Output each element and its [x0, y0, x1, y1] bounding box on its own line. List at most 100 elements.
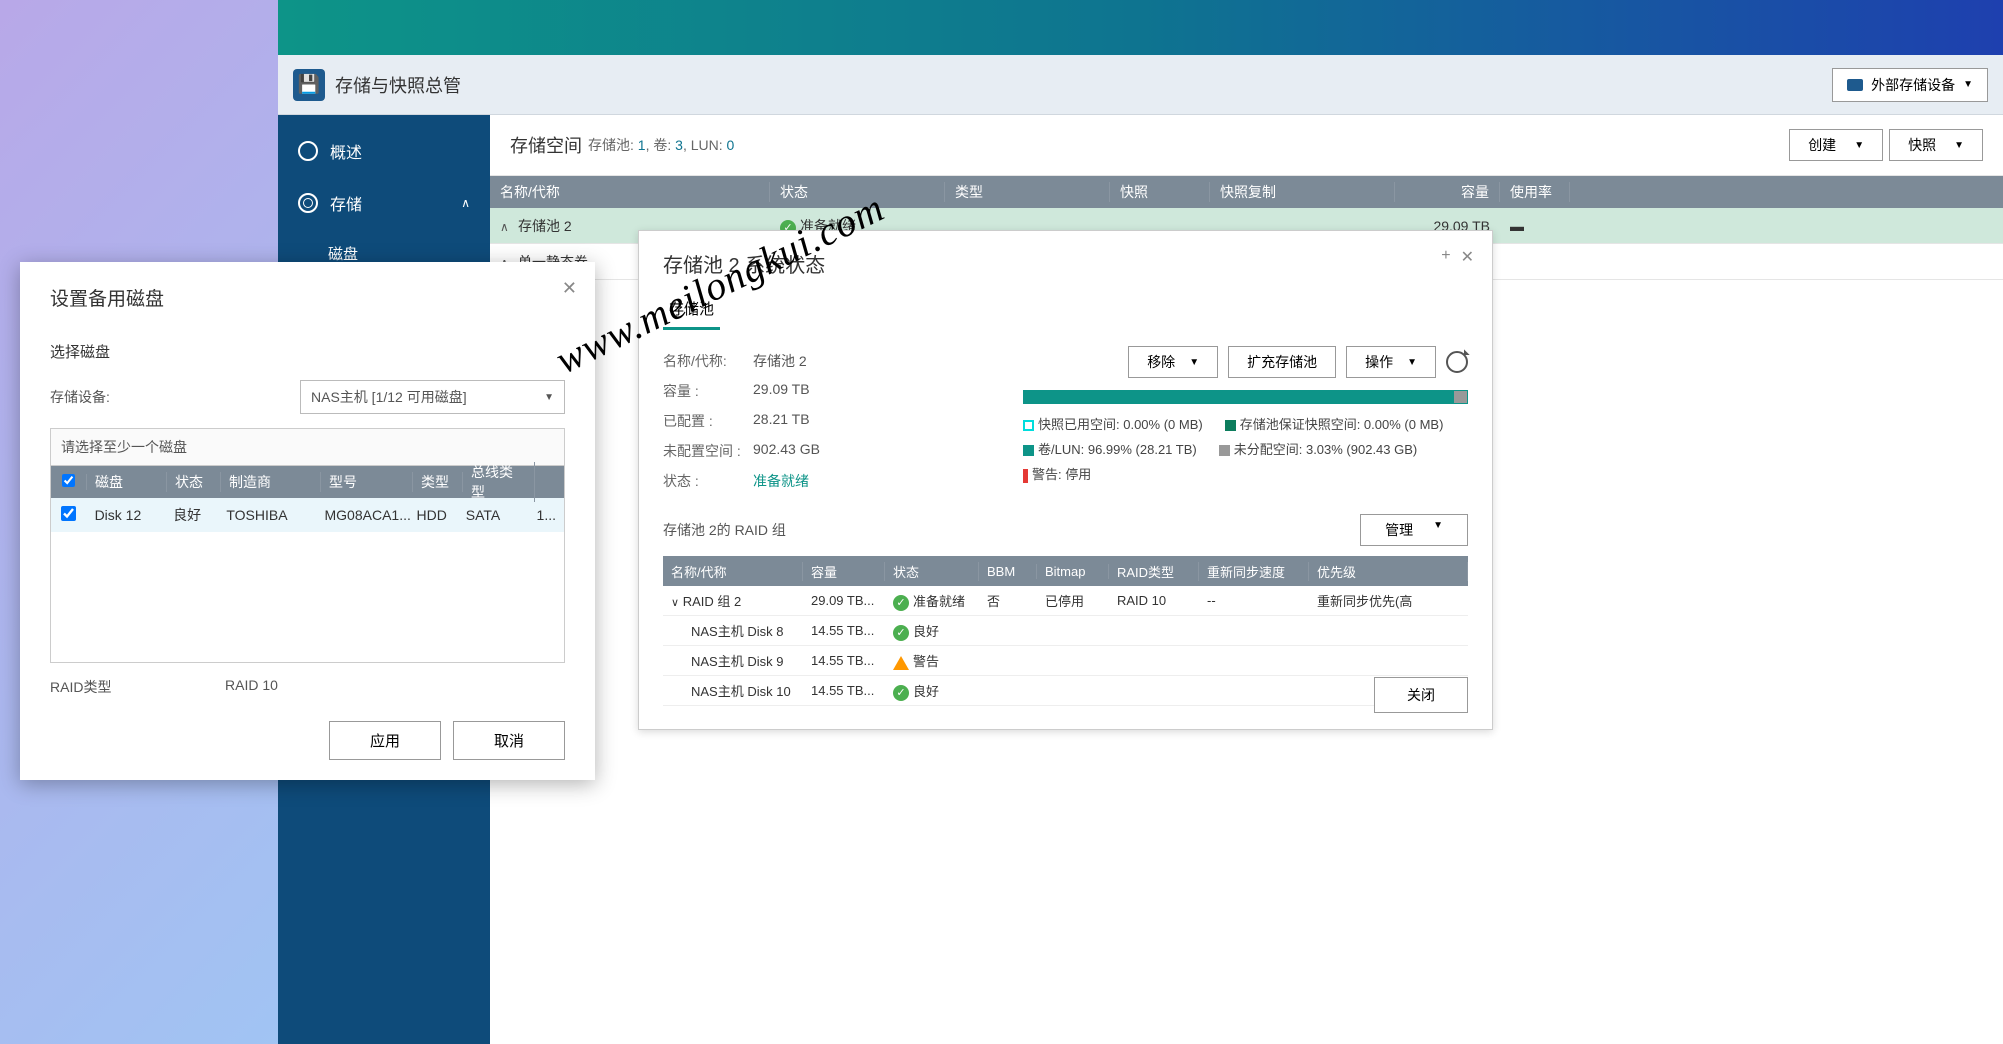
dcol-status: 状态 — [167, 472, 221, 492]
app-icon: 💾 — [293, 69, 325, 101]
modal-section: 选择磁盘 — [50, 341, 565, 362]
raid-status: 良好 — [913, 624, 939, 639]
raid-type: RAID 10 — [1109, 593, 1199, 608]
create-button[interactable]: 创建 ▼ — [1789, 129, 1883, 161]
val-alloc: 28.21 TB — [753, 411, 810, 431]
create-label: 创建 — [1808, 135, 1836, 155]
raid-group-label: 存储池 2的 RAID 组 — [663, 520, 1360, 540]
usage-bar — [1023, 390, 1468, 404]
raid-row-disk8[interactable]: NAS主机 Disk 8 14.55 TB... ✓良好 — [663, 616, 1468, 646]
check-icon: ✓ — [893, 685, 909, 701]
raid-status: 良好 — [913, 684, 939, 699]
raid-type-value: RAID 10 — [225, 677, 278, 697]
disk-checkbox[interactable] — [51, 506, 87, 524]
raid-bitmap: 已停用 — [1037, 591, 1109, 610]
lab-cap: 容量 : — [663, 381, 753, 401]
select-all-checkbox[interactable] — [51, 474, 87, 490]
lab-status: 状态 : — [663, 471, 753, 491]
disk-type: HDD — [409, 507, 458, 523]
col-snapshot: 快照 — [1110, 182, 1210, 202]
cancel-button[interactable]: 取消 — [453, 721, 565, 760]
raid-cap: 14.55 TB... — [803, 683, 885, 698]
window-titlebar — [278, 0, 2003, 55]
raid-status: 警告 — [913, 654, 939, 669]
meta-lun-value: 0 — [727, 137, 735, 153]
snapshot-button[interactable]: 快照▼ — [1889, 129, 1983, 161]
close-icon[interactable]: ✕ — [562, 278, 577, 299]
row-name: 存储池 2 — [518, 218, 572, 234]
disk-model: MG08ACA1... — [317, 507, 409, 523]
meta-lun-label: LUN: — [691, 137, 723, 153]
expand-button[interactable]: 扩充存储池 — [1228, 346, 1336, 378]
dcol-disk: 磁盘 — [87, 472, 167, 492]
storage-icon — [1847, 79, 1863, 91]
btn-label: 移除 — [1147, 352, 1175, 372]
raid-row-disk10[interactable]: NAS主机 Disk 10 14.55 TB... ✓ 良好 — [663, 676, 1468, 706]
usage-bar-icon: ▬ — [1500, 218, 1570, 234]
apply-button[interactable]: 应用 — [329, 721, 441, 760]
legend-unalloc: 未分配空间: 3.03% (902.43 GB) — [1234, 442, 1418, 457]
dcol-mfr: 制造商 — [221, 472, 321, 492]
pool-close-button[interactable]: 关闭 — [1374, 677, 1468, 713]
usage-legend: 快照已用空间: 0.00% (0 MB) 存储池保证快照空间: 0.00% (0… — [1023, 414, 1468, 483]
sidebar-label-storage: 存储 — [330, 191, 362, 215]
device-label: 存储设备: — [50, 387, 300, 407]
operate-button[interactable]: 操作 ▼ — [1346, 346, 1436, 378]
external-storage-button[interactable]: 外部存储设备 ▼ — [1832, 68, 1988, 102]
check-icon: ✓ — [893, 595, 909, 611]
database-icon — [298, 193, 318, 213]
refresh-icon[interactable] — [1446, 351, 1468, 373]
disk-status: 良好 — [165, 505, 218, 525]
meta-vol-value: 3 — [675, 137, 683, 153]
meta-vol-label: 卷: — [653, 137, 671, 153]
modal-title: 设置备用磁盘 — [50, 284, 565, 311]
close-icon[interactable]: ✕ — [1461, 247, 1474, 267]
rcol-sync: 重新同步速度 — [1199, 562, 1309, 581]
swatch-icon — [1023, 469, 1028, 483]
app-title: 存储与快照总管 — [335, 72, 461, 98]
raid-type-label: RAID类型 — [50, 677, 225, 697]
chevron-down-icon: ▼ — [1854, 140, 1864, 151]
rcol-status: 状态 — [885, 562, 979, 581]
disk-row-disk12[interactable]: Disk 12 良好 TOSHIBA MG08ACA1... HDD SATA … — [51, 498, 564, 532]
pool-info: 名称/代称:存储池 2 容量 :29.09 TB 已配置 :28.21 TB 未… — [663, 346, 993, 496]
raid-row-group2[interactable]: ∨ RAID 组 2 29.09 TB... ✓准备就绪 否 已停用 RAID … — [663, 586, 1468, 616]
dcol-model: 型号 — [321, 472, 413, 492]
dcol-type: 类型 — [413, 472, 463, 492]
col-type: 类型 — [945, 182, 1110, 202]
sidebar-label-disk: 磁盘 — [328, 243, 358, 264]
add-icon[interactable]: + — [1441, 247, 1450, 267]
col-snaprep: 快照复制 — [1210, 182, 1395, 202]
meta-pool-value: 1 — [638, 137, 646, 153]
disk-table-header: 磁盘 状态 制造商 型号 类型 总线类型 — [51, 466, 564, 498]
sidebar-item-overview[interactable]: 概述 — [278, 125, 490, 177]
storage-device-dropdown[interactable]: NAS主机 [1/12 可用磁盘] ▼ — [300, 380, 565, 414]
btn-label: 管理 — [1385, 520, 1413, 540]
disk-mfr: TOSHIBA — [218, 507, 316, 523]
chevron-up-icon: ∧ — [461, 196, 470, 210]
raid-row-disk9[interactable]: NAS主机 Disk 9 14.55 TB... 警告 — [663, 646, 1468, 676]
val-cap: 29.09 TB — [753, 381, 810, 401]
pool-panel-controls: + ✕ — [1441, 247, 1474, 267]
btn-label: 操作 — [1365, 352, 1393, 372]
chevron-down-icon: ▼ — [1407, 357, 1417, 368]
tab-pool[interactable]: 存储池 — [663, 290, 720, 330]
usage-unallocated — [1454, 391, 1467, 403]
snapshot-label: 快照 — [1908, 135, 1936, 155]
raid-cap: 14.55 TB... — [803, 653, 885, 668]
raid-name: NAS主机 Disk 9 — [663, 651, 803, 670]
migrate-button[interactable]: 移除▼ — [1128, 346, 1218, 378]
sidebar-label-overview: 概述 — [330, 139, 362, 163]
val-name: 存储池 2 — [753, 351, 807, 371]
app-header: 💾 存储与快照总管 外部存储设备 ▼ — [278, 55, 2003, 115]
col-capacity: 容量 — [1395, 182, 1500, 202]
btn-label: 扩充存储池 — [1247, 352, 1317, 372]
manage-button[interactable]: 管理▼ — [1360, 514, 1468, 546]
storage-header: 存储空间 存储池: 1, 卷: 3, LUN: 0 创建▼ 快照▼ — [490, 115, 2003, 176]
raid-name: NAS主机 Disk 10 — [663, 681, 803, 700]
sidebar-item-storage[interactable]: 存储 ∧ — [278, 177, 490, 229]
raid-name: NAS主机 Disk 8 — [663, 621, 803, 640]
rcol-cap: 容量 — [803, 562, 885, 581]
legend-warn: 警告: 停用 — [1032, 467, 1091, 482]
val-status: 准备就绪 — [753, 471, 809, 491]
